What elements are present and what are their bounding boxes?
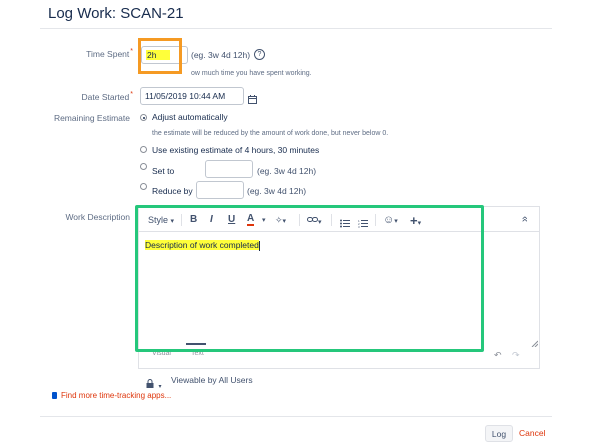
dialog-title: Log Work: SCAN-21 <box>48 5 184 22</box>
annotation-highlight-box <box>138 38 182 74</box>
annotation-highlight-box <box>135 205 484 352</box>
set-to-example: (eg. 3w 4d 12h) <box>257 166 317 176</box>
resize-handle-icon[interactable] <box>531 334 539 348</box>
set-to-input[interactable] <box>205 160 253 178</box>
date-started-value: 11/05/2019 10:44 AM <box>145 91 226 101</box>
radio-set-to[interactable] <box>140 163 147 170</box>
marketplace-icon <box>52 392 57 400</box>
option-reduce-by-label: Reduce by <box>152 186 193 196</box>
title-divider <box>40 28 552 29</box>
log-button[interactable]: Log <box>485 425 513 442</box>
work-description-label: Work Description <box>65 212 130 222</box>
cancel-button[interactable]: Cancel <box>519 428 545 438</box>
lock-icon <box>146 375 158 392</box>
option-adjust-automatically-label: Adjust automatically <box>152 112 228 122</box>
reduce-by-input[interactable] <box>196 181 244 199</box>
redo-icon[interactable]: ↷ <box>512 350 520 361</box>
undo-icon[interactable]: ↶ <box>494 350 502 361</box>
visibility-label: Viewable by All Users <box>171 375 253 385</box>
option-use-existing-label: Use existing estimate of 4 hours, 30 min… <box>152 145 320 155</box>
reduce-by-example: (eg. 3w 4d 12h) <box>247 186 307 196</box>
date-started-input[interactable]: 11/05/2019 10:44 AM <box>140 87 244 105</box>
calendar-icon[interactable] <box>248 91 257 104</box>
remaining-estimate-label: Remaining Estimate <box>53 113 130 123</box>
time-spent-example: (eg. 3w 4d 12h) <box>191 50 251 60</box>
option-set-to-label: Set to <box>152 166 175 176</box>
time-spent-label: Time Spent* <box>86 48 133 59</box>
footer-divider <box>40 416 552 417</box>
radio-reduce-by[interactable] <box>140 183 147 190</box>
find-more-apps-link[interactable]: Find more time-tracking apps... <box>52 391 171 400</box>
radio-adjust-automatically[interactable] <box>140 114 147 121</box>
adjust-automatically-note: the estimate will be reduced by the amou… <box>152 130 389 137</box>
radio-use-existing-estimate[interactable] <box>140 146 147 153</box>
chevron-down-icon: ▾ <box>158 384 162 390</box>
time-spent-description: ow much time you have spent working. <box>191 70 312 77</box>
collapse-toolbar-icon[interactable]: » <box>519 216 531 222</box>
question-circle-icon[interactable]: ? <box>254 49 265 60</box>
date-started-label: Date Started* <box>81 91 133 102</box>
